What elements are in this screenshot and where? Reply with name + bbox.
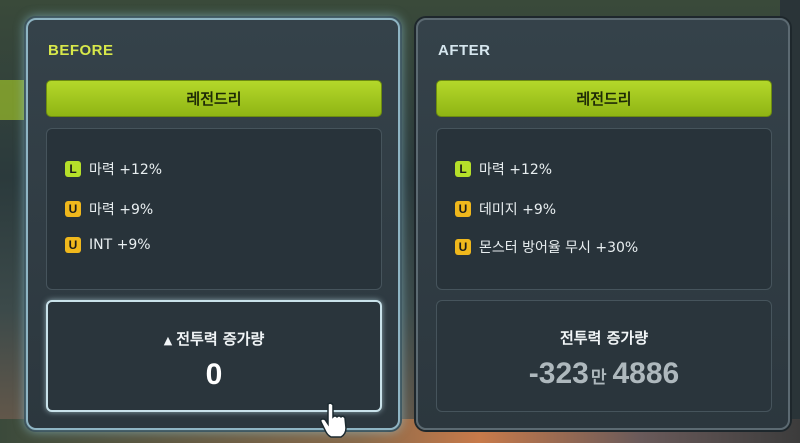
option-text: 마력 +9% xyxy=(89,202,154,218)
before-stat-value: 0 xyxy=(205,358,223,391)
stat-value-rest: 4886 xyxy=(612,357,680,390)
legendary-badge-icon: L xyxy=(455,161,471,177)
unique-badge-icon: U xyxy=(455,239,471,255)
after-grade-bar: 레전드리 xyxy=(436,80,772,117)
option-text: 마력 +12% xyxy=(89,162,163,178)
after-option-3: U 몬스터 방어율 무시 +30% xyxy=(455,237,638,257)
option-text: 데미지 +9% xyxy=(479,202,557,218)
legendary-badge-icon: L xyxy=(65,161,81,177)
after-panel[interactable]: AFTER 레전드리 L 마력 +12% U 데미지 +9% U 몬스터 방어율… xyxy=(416,18,790,430)
after-stat-box[interactable]: 전투력 증가량 -323 만 4886 xyxy=(436,300,772,412)
stat-value-main: -323 xyxy=(528,357,589,390)
before-option-3: U INT +9% xyxy=(65,237,151,253)
unique-badge-icon: U xyxy=(455,201,471,217)
option-text: 몬스터 방어율 무시 +30% xyxy=(479,240,639,256)
before-panel[interactable]: BEFORE 레전드리 L 마력 +12% U 마력 +9% U INT +9%… xyxy=(26,18,400,430)
after-options-box: L 마력 +12% U 데미지 +9% U 몬스터 방어율 무시 +30% xyxy=(436,128,772,290)
option-text: 마력 +12% xyxy=(479,162,553,178)
after-option-1: L 마력 +12% xyxy=(455,159,552,179)
hand-pointer-icon xyxy=(320,402,347,438)
after-stat-value: -323 만 4886 xyxy=(437,357,771,391)
unique-badge-icon: U xyxy=(65,237,81,253)
before-option-2: U 마력 +9% xyxy=(65,199,153,219)
before-option-1: L 마력 +12% xyxy=(65,159,162,179)
stat-value-unit: 만 xyxy=(590,368,607,387)
option-text: INT +9% xyxy=(89,237,151,253)
before-title: BEFORE xyxy=(48,42,114,59)
before-options-box: L 마력 +12% U 마력 +9% U INT +9% xyxy=(46,128,382,290)
before-grade-bar: 레전드리 xyxy=(46,80,382,117)
before-stat-box[interactable]: ▲ 전투력 증가량 0 xyxy=(46,300,382,412)
after-title: AFTER xyxy=(438,42,491,59)
after-stat-label: 전투력 증가량 xyxy=(559,329,649,347)
background-accent xyxy=(0,80,24,120)
triangle-up-icon: ▲ xyxy=(163,334,173,347)
unique-badge-icon: U xyxy=(65,201,81,217)
before-stat-label: ▲ 전투력 증가량 xyxy=(163,330,265,348)
after-option-2: U 데미지 +9% xyxy=(455,199,556,219)
